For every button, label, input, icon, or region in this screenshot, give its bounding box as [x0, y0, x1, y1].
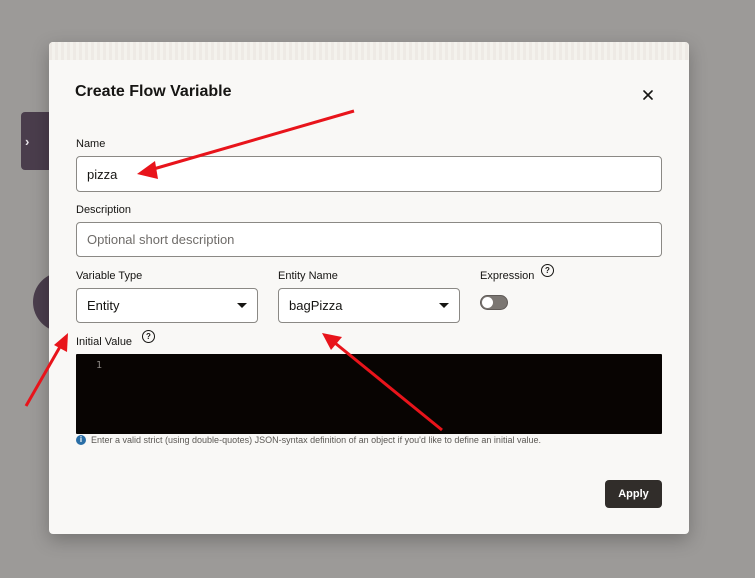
editor-line-number: 1 — [96, 360, 103, 371]
caret-down-icon — [237, 303, 247, 308]
initial-value-code-editor[interactable]: 1 — [76, 354, 662, 434]
chevron-right-icon: › — [25, 133, 30, 149]
variable-type-label: Variable Type — [76, 270, 143, 282]
description-placeholder: Optional short description — [87, 232, 235, 247]
dialog-title: Create Flow Variable — [75, 83, 232, 100]
name-input[interactable]: pizza — [76, 156, 662, 192]
initial-value-label: Initial Value — [76, 336, 133, 348]
apply-button[interactable]: Apply — [605, 480, 662, 508]
toggle-knob — [482, 297, 493, 308]
entity-name-value: bagPizza — [289, 298, 343, 313]
expression-help-icon[interactable]: ? — [541, 264, 554, 277]
info-icon: i — [76, 435, 86, 445]
name-label: Name — [76, 138, 106, 150]
close-icon — [643, 90, 653, 100]
initial-value-hint-text: Enter a valid strict (using double-quote… — [91, 435, 541, 445]
create-flow-variable-dialog: Create Flow Variable Name pizza Descript… — [49, 42, 689, 534]
name-input-value: pizza — [87, 166, 118, 182]
variable-type-select[interactable]: Entity — [76, 288, 258, 323]
expression-toggle[interactable] — [480, 295, 508, 310]
entity-name-select[interactable]: bagPizza — [278, 288, 460, 323]
expression-label: Expression — [480, 270, 535, 282]
initial-value-help-icon[interactable]: ? — [142, 330, 155, 343]
entity-name-label: Entity Name — [278, 270, 338, 282]
variable-type-value: Entity — [87, 298, 120, 313]
dialog-header-texture — [49, 42, 689, 60]
description-input[interactable]: Optional short description — [76, 222, 662, 257]
initial-value-hint: i Enter a valid strict (using double-quo… — [76, 435, 541, 445]
caret-down-icon — [439, 303, 449, 308]
close-button[interactable] — [637, 84, 659, 106]
description-label: Description — [76, 204, 132, 216]
